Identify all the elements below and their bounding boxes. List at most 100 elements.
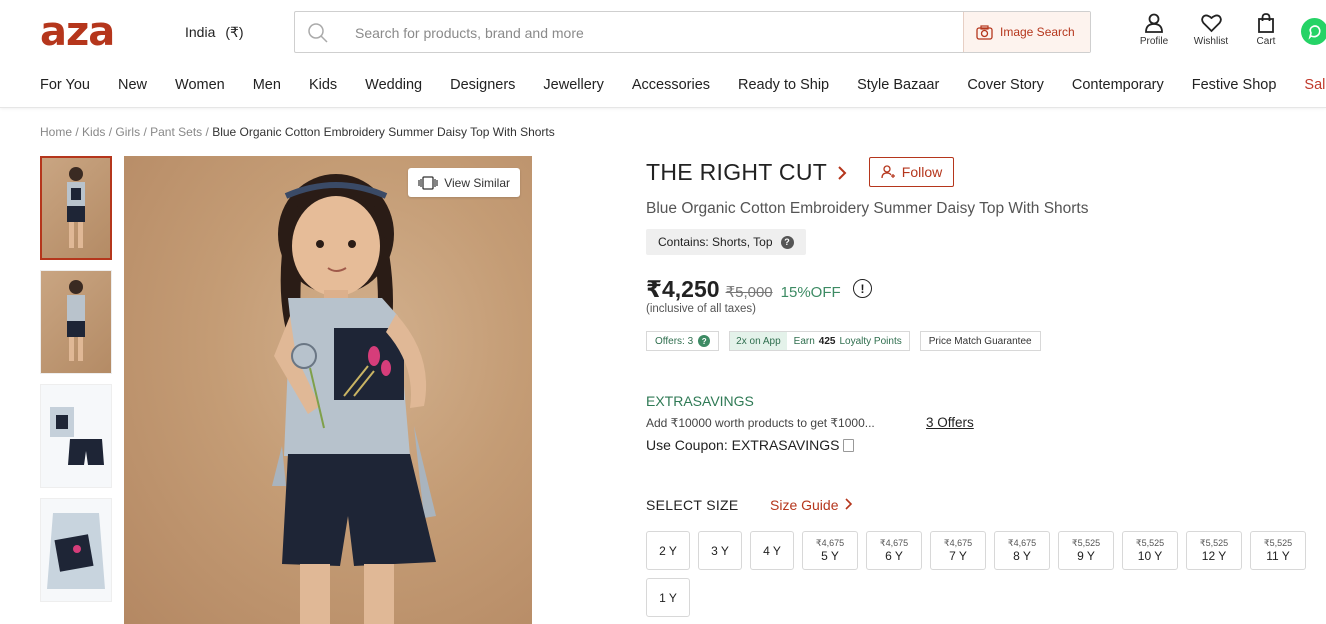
currency-label: (₹): [225, 24, 244, 40]
site-header: aza India(₹) Image Search Profile Wis: [0, 0, 1326, 108]
earn-label: Earn: [793, 335, 815, 347]
nav-item-accessories[interactable]: Accessories: [632, 77, 710, 97]
nav-item-ready-to-ship[interactable]: Ready to Ship: [738, 77, 829, 97]
loyalty-points-value: 425: [818, 335, 836, 347]
nav-item-kids[interactable]: Kids: [309, 77, 337, 97]
view-similar-button[interactable]: View Similar: [408, 168, 520, 197]
size-price: ₹5,525: [1135, 538, 1165, 548]
size-option[interactable]: 4 Y: [750, 531, 794, 570]
loyalty-points-label: Loyalty Points: [839, 335, 902, 347]
size-option[interactable]: ₹5,525 12 Y: [1186, 531, 1242, 570]
product-thumbnail-image: [47, 513, 105, 589]
loyalty-earn: Earn 425 Loyalty Points: [787, 336, 909, 347]
price-row: ₹4,250 ₹5,000 15%OFF: [646, 276, 841, 303]
thumbnail-list: [40, 156, 112, 612]
extrasavings-title: EXTRASAVINGS: [646, 393, 754, 409]
nav-item-wedding[interactable]: Wedding: [365, 77, 422, 97]
profile-label: Profile: [1139, 36, 1169, 47]
nav-item-contemporary[interactable]: Contemporary: [1072, 77, 1164, 97]
coupon-label: Use Coupon: EXTRASAVINGS: [646, 437, 840, 453]
breadcrumb-separator: /: [143, 125, 147, 139]
offers-chip[interactable]: Offers: 3 ?: [646, 331, 720, 351]
breadcrumb-current: Blue Organic Cotton Embroidery Summer Da…: [212, 125, 555, 139]
size-options: 2 Y 3 Y 4 Y ₹4,675 5 Y ₹4,675 6 Y ₹4,675 7 …: [646, 531, 1316, 617]
nav-item-new[interactable]: New: [118, 77, 147, 97]
size-option[interactable]: ₹4,675 5 Y: [802, 531, 858, 570]
heart-icon: [1200, 14, 1222, 33]
price-info-icon[interactable]: !: [853, 279, 872, 298]
size-option[interactable]: ₹4,675 8 Y: [994, 531, 1050, 570]
size-label: 8 Y: [1013, 549, 1031, 563]
size-option[interactable]: ₹4,675 6 Y: [866, 531, 922, 570]
bag-icon: [1258, 13, 1274, 33]
region-selector[interactable]: India (₹): [185, 24, 244, 41]
size-price: ₹4,675: [943, 538, 973, 548]
nav-item-jewellery[interactable]: Jewellery: [543, 77, 603, 97]
nav-item-style-bazaar[interactable]: Style Bazaar: [857, 77, 939, 97]
follow-button[interactable]: Follow: [869, 157, 954, 187]
image-search-button[interactable]: Image Search: [963, 12, 1090, 52]
size-option[interactable]: 1 Y: [646, 578, 690, 617]
size-label: 5 Y: [821, 549, 839, 563]
size-guide-link[interactable]: Size Guide: [770, 497, 853, 513]
product-title: Blue Organic Cotton Embroidery Summer Da…: [646, 200, 1089, 217]
loyalty-chip[interactable]: 2x on App Earn 425 Loyalty Points: [729, 331, 910, 351]
size-price: ₹5,525: [1263, 538, 1293, 548]
image-search-label: Image Search: [1000, 25, 1075, 39]
extrasavings-description: Add ₹10000 worth products to get ₹1000..…: [646, 416, 875, 430]
contains-label: Contains: Shorts, Top: [658, 235, 773, 249]
view-similar-label: View Similar: [444, 175, 510, 190]
breadcrumb-separator: /: [75, 125, 79, 139]
breadcrumb-kids[interactable]: Kids: [82, 125, 105, 139]
size-option[interactable]: ₹4,675 7 Y: [930, 531, 986, 570]
nav-item-women[interactable]: Women: [175, 77, 225, 97]
size-option[interactable]: ₹5,525 10 Y: [1122, 531, 1178, 570]
view-offers-link[interactable]: 3 Offers: [926, 415, 974, 430]
size-price: ₹5,525: [1071, 538, 1101, 548]
thumbnail-3[interactable]: [40, 384, 112, 488]
size-price: ₹4,675: [1007, 538, 1037, 548]
profile-button[interactable]: Profile: [1134, 13, 1174, 47]
cart-button[interactable]: Cart: [1246, 13, 1286, 47]
chevron-right-icon: [845, 498, 853, 510]
product-main-image[interactable]: View Similar: [124, 156, 532, 624]
size-option[interactable]: 3 Y: [698, 531, 742, 570]
price-match-chip[interactable]: Price Match Guarantee: [919, 331, 1041, 351]
aza-logo[interactable]: aza: [40, 10, 115, 54]
tax-note: (inclusive of all taxes): [646, 303, 756, 315]
breadcrumb: Home / Kids / Girls / Pant Sets / Blue O…: [40, 125, 555, 139]
size-option[interactable]: ₹5,525 9 Y: [1058, 531, 1114, 570]
nav-item-cover-story[interactable]: Cover Story: [967, 77, 1044, 97]
nav-item-sale[interactable]: Sale: [1304, 77, 1326, 97]
contains-badge: Contains: Shorts, Top ?: [646, 229, 806, 255]
size-label: 4 Y: [763, 543, 781, 558]
thumbnail-2[interactable]: [40, 270, 112, 374]
size-option[interactable]: ₹5,525 11 Y: [1250, 531, 1306, 570]
nav-item-for-you[interactable]: For You: [40, 77, 90, 97]
thumbnail-1[interactable]: [40, 156, 112, 260]
brand-link[interactable]: THE RIGHT CUT: [646, 159, 848, 186]
nav-item-designers[interactable]: Designers: [450, 77, 515, 97]
breadcrumb-pant-sets[interactable]: Pant Sets: [150, 125, 202, 139]
product-thumbnail-image: [50, 407, 104, 465]
size-option[interactable]: 2 Y: [646, 531, 690, 570]
thumbnail-4[interactable]: [40, 498, 112, 602]
follow-label: Follow: [901, 164, 943, 180]
nav-item-festive-shop[interactable]: Festive Shop: [1192, 77, 1277, 97]
whatsapp-icon[interactable]: [1301, 18, 1326, 45]
discount-label: 15%OFF: [780, 284, 841, 301]
size-label: 3 Y: [711, 543, 729, 558]
breadcrumb-girls[interactable]: Girls: [115, 125, 140, 139]
original-price: ₹5,000: [725, 284, 773, 301]
help-icon: ?: [698, 335, 711, 347]
offer-chips: Offers: 3 ? 2x on App Earn 425 Loyalty P…: [646, 331, 1041, 351]
camera-icon: [976, 24, 993, 40]
breadcrumb-home[interactable]: Home: [40, 125, 72, 139]
help-icon[interactable]: ?: [780, 235, 794, 249]
nav-item-men[interactable]: Men: [253, 77, 281, 97]
copy-icon[interactable]: [843, 438, 855, 452]
search-input[interactable]: [355, 22, 945, 44]
wishlist-button[interactable]: Wishlist: [1191, 13, 1231, 47]
search-icon[interactable]: [307, 22, 329, 44]
size-label: 1 Y: [659, 590, 677, 605]
